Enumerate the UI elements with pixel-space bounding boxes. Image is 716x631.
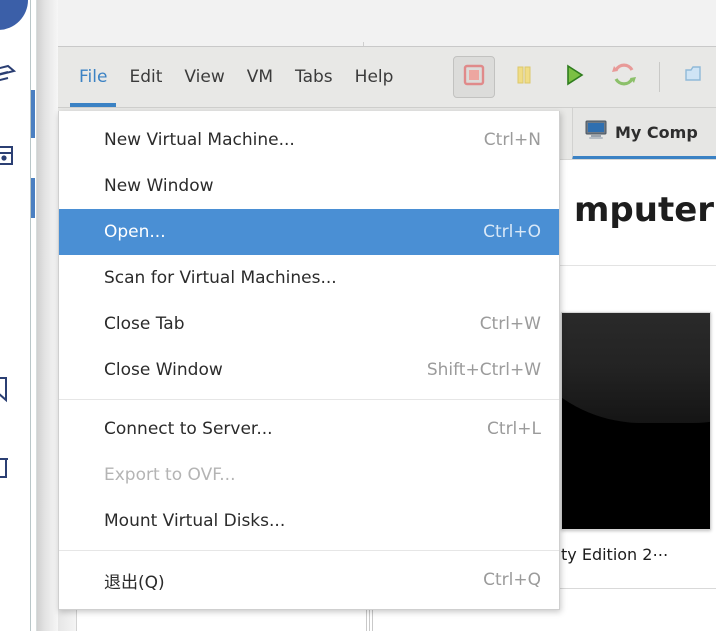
menu-separator [59,550,559,551]
menu-item-label: New Virtual Machine... [104,130,295,150]
menu-item-label: Close Tab [104,314,185,334]
snapshot-button[interactable] [674,56,716,98]
menu-item-new-window[interactable]: New Window [59,163,559,209]
menu-item-label: Scan for Virtual Machines... [104,268,337,288]
menu-item-label: Close Window [104,360,223,380]
menu-item-accelerator: Ctrl+O [483,222,541,242]
archive-box-icon[interactable] [0,140,16,170]
pause-button[interactable] [503,56,545,98]
restart-button[interactable] [603,56,645,98]
menu-item-scan-for-virtual-machines[interactable]: Scan for Virtual Machines... [59,255,559,301]
restart-icon [611,62,637,92]
tab-label: My Comp [615,122,698,142]
content-heading-rule [558,265,716,266]
titlebar-divider [363,42,364,46]
computer-icon [585,120,607,144]
launcher-scroll-mark-top [31,90,35,138]
files-icon[interactable] [0,62,16,92]
menu-item-close-window[interactable]: Close Window Shift+Ctrl+W [59,347,559,393]
menu-item-open[interactable]: Open... Ctrl+O [59,209,559,255]
window-drop-shadow [37,0,58,631]
menu-item-label: Open... [104,222,166,242]
desktop-launcher-strip [0,0,32,631]
toolbar [453,47,716,107]
menu-item-new-virtual-machine[interactable]: New Virtual Machine... Ctrl+N [59,117,559,163]
launcher-active-indicator [0,0,28,30]
tab-my-computer[interactable]: My Comp [572,108,716,160]
play-icon [562,63,586,91]
menu-item-mount-virtual-disks[interactable]: Mount Virtual Disks... [59,498,559,544]
pause-icon [512,63,536,91]
file-menu-dropdown: New Virtual Machine... Ctrl+N New Window… [58,111,560,610]
menu-help[interactable]: Help [344,47,405,107]
settings-nodes-icon[interactable] [0,218,16,248]
menu-item-accelerator: Ctrl+W [479,314,541,334]
menu-item-label: Connect to Server... [104,419,273,439]
menu-item-quit[interactable]: 退出(Q) Ctrl+Q [59,557,559,603]
menu-item-close-tab[interactable]: Close Tab Ctrl+W [59,301,559,347]
menu-item-label: New Window [104,176,214,196]
play-button[interactable] [553,56,595,98]
menu-item-accelerator: Shift+Ctrl+W [426,360,541,380]
window-titlebar [58,0,716,47]
page-title: mputer [574,190,715,230]
menu-edit[interactable]: Edit [118,47,173,107]
menu-view[interactable]: View [173,47,235,107]
launcher-scroll-mark-bottom [31,178,35,218]
menu-file[interactable]: File [68,47,118,107]
menu-tabs[interactable]: Tabs [284,47,344,107]
menu-item-accelerator: Ctrl+L [487,419,541,439]
toolbar-separator [659,62,660,92]
menubar-items: File Edit View VM Tabs Help [68,47,404,107]
menubar: File Edit View VM Tabs Help [58,47,716,108]
trash-icon[interactable] [0,452,16,482]
power-off-button[interactable] [453,56,495,98]
menu-item-export-to-ovf: Export to OVF... [59,452,559,498]
disc-icon[interactable] [0,296,16,326]
menu-item-label: 退出(Q) [104,572,165,593]
menu-separator [59,399,559,400]
menu-item-connect-to-server[interactable]: Connect to Server... Ctrl+L [59,406,559,452]
menu-vm[interactable]: VM [236,47,284,107]
menu-item-label: Mount Virtual Disks... [104,511,286,531]
vm-preview-caption: ty Edition 2⋯ [561,545,669,564]
menu-item-accelerator: Ctrl+N [483,130,541,150]
vm-preview-gloss [562,313,710,423]
power-off-icon [462,63,486,91]
menu-item-label: Export to OVF... [104,465,236,485]
vm-preview-thumbnail[interactable] [561,312,711,530]
snapshot-icon [683,63,707,91]
menu-item-accelerator: Ctrl+Q [483,570,541,590]
bookmark-icon[interactable] [0,374,16,404]
